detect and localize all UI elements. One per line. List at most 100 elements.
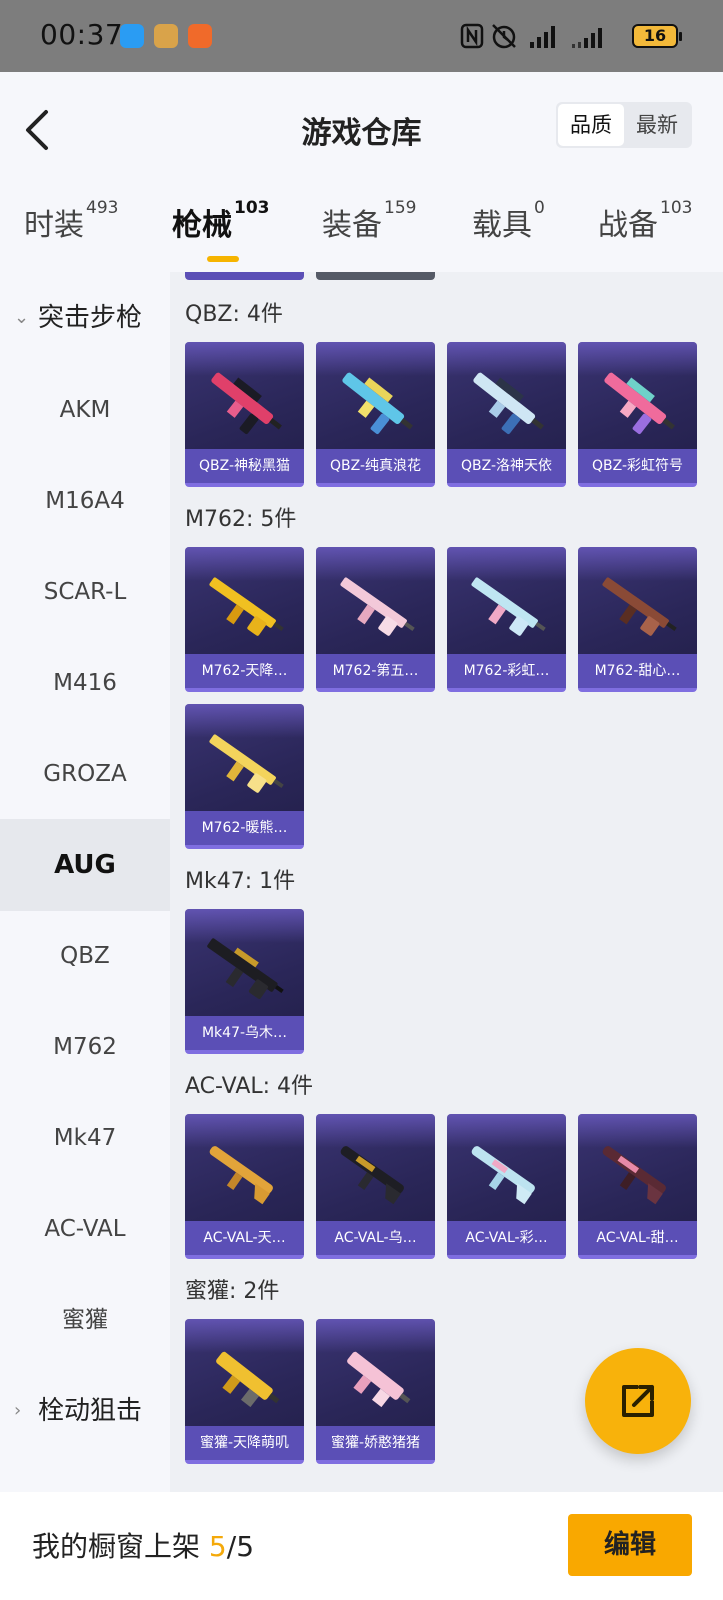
category-tabs: 时装 493 枪械 103 装备 159 载具 0 战备 103 (0, 198, 723, 272)
skin-card[interactable]: M762-天降… (185, 547, 304, 692)
skin-card[interactable]: M762-第五… (316, 547, 435, 692)
section-title-ac-val: AC-VAL: 4件 (185, 1074, 314, 1099)
tab-supplies[interactable]: 战备 103 (598, 198, 693, 244)
skin-card[interactable]: AC-VAL-天… (185, 1114, 304, 1259)
header: 游戏仓库 品质 最新 时装 493 枪械 103 装备 159 载具 0 战备 103 (0, 72, 723, 272)
clock: 00:37 (40, 18, 124, 51)
showcase-separator: / (226, 1530, 237, 1563)
chevron-down-icon: ⌄ (14, 307, 30, 328)
rifle-skin-image (347, 1351, 411, 1408)
sidebar-item-ac-val[interactable]: AC-VAL (0, 1183, 170, 1275)
sidebar-item-m416[interactable]: M416 (0, 637, 170, 729)
tab-count: 493 (86, 198, 119, 218)
sidebar-item-m16a4[interactable]: M16A4 (0, 455, 170, 547)
signal-2-icon (572, 28, 602, 48)
showcase-label: 我的橱窗上架 (32, 1530, 201, 1563)
skin-card[interactable]: M762-甜心… (578, 547, 697, 692)
sidebar-item-mk47[interactable]: Mk47 (0, 1092, 170, 1184)
skin-name: AC-VAL-乌… (316, 1221, 435, 1255)
skin-card[interactable]: AC-VAL-彩… (447, 1114, 566, 1259)
skin-name: M762-暖熊… (185, 811, 304, 845)
sidebar-item-m762[interactable]: M762 (0, 1001, 170, 1093)
rifle-skin-image (604, 372, 675, 435)
rifle-skin-image (216, 1351, 280, 1408)
sort-quality[interactable]: 品质 (558, 104, 624, 146)
game-app-icon (154, 24, 178, 48)
section-title-qbz: QBZ: 4件 (185, 302, 283, 327)
skin-card[interactable]: QBZ-洛神天依 (447, 342, 566, 487)
skin-name: QBZ-纯真浪花 (316, 449, 435, 483)
rifle-skin-image (602, 577, 677, 636)
sidebar-item-scar-l[interactable]: SCAR-L (0, 546, 170, 638)
tab-equipment[interactable]: 装备 159 (322, 198, 417, 244)
showcase-count: 我的橱窗上架 5/5 (32, 1525, 254, 1565)
tab-fashion[interactable]: 时装 493 (24, 198, 119, 244)
showcase-footer: 我的橱窗上架 5/5 编辑 (0, 1492, 723, 1600)
nfc-icon (460, 23, 484, 49)
skin-card[interactable]: QBZ-纯真浪花 (316, 342, 435, 487)
rifle-skin-image (602, 1146, 666, 1205)
sidebar-item-akm[interactable]: AKM (0, 364, 170, 456)
sidebar-item-aug[interactable]: AUG (0, 819, 170, 911)
sidebar-item-honey-badger[interactable]: 蜜獾 (0, 1274, 170, 1366)
skin-name: 蜜獾-娇憨猪猪 (316, 1426, 435, 1460)
sort-newest[interactable]: 最新 (624, 104, 690, 146)
share-button[interactable] (585, 1348, 691, 1454)
skin-name: M762-彩虹… (447, 654, 566, 688)
card-edge (316, 272, 435, 280)
tab-count: 159 (384, 198, 417, 218)
skin-name: M762-第五… (316, 654, 435, 688)
sidebar-group-assault-rifles[interactable]: ⌄ 突击步枪 (0, 272, 170, 364)
section-title-mk47: Mk47: 1件 (185, 869, 296, 894)
skin-card[interactable]: 蜜獾-娇憨猪猪 (316, 1319, 435, 1464)
external-link-icon (622, 1385, 654, 1417)
tab-count: 103 (660, 198, 693, 218)
tab-guns[interactable]: 枪械 103 (172, 198, 270, 244)
sidebar-item-groza[interactable]: GROZA (0, 728, 170, 820)
tab-label: 枪械 (172, 208, 232, 243)
showcase-total: 5 (236, 1530, 255, 1563)
skin-name: AC-VAL-天… (185, 1221, 304, 1255)
card-edge (185, 272, 304, 280)
skin-card[interactable]: Mk47-乌木… (185, 909, 304, 1054)
skin-name: QBZ-神秘黑猫 (185, 449, 304, 483)
skin-name: AC-VAL-彩… (447, 1221, 566, 1255)
skin-card[interactable]: M762-暖熊… (185, 704, 304, 849)
skin-card[interactable]: AC-VAL-乌… (316, 1114, 435, 1259)
rifle-skin-image (207, 938, 284, 999)
active-tab-indicator (207, 256, 239, 262)
rifle-skin-image (340, 577, 415, 636)
section-title-honey-badger: 蜜獾: 2件 (185, 1279, 280, 1304)
tab-count: 103 (234, 198, 270, 218)
skin-card[interactable]: QBZ-神秘黑猫 (185, 342, 304, 487)
skin-name: M762-天降… (185, 654, 304, 688)
rifle-skin-image (340, 1146, 404, 1205)
skin-card[interactable]: M762-彩虹… (447, 547, 566, 692)
skin-card[interactable]: 蜜獾-天降萌叽 (185, 1319, 304, 1464)
section-title-m762: M762: 5件 (185, 507, 297, 532)
tab-count: 0 (534, 198, 545, 218)
rifle-skin-image (209, 577, 284, 636)
rifle-skin-image (211, 372, 282, 435)
tab-vehicles[interactable]: 载具 0 (472, 198, 545, 244)
edit-button[interactable]: 编辑 (568, 1514, 692, 1576)
shop-app-icon (188, 24, 212, 48)
sidebar-item-qbz[interactable]: QBZ (0, 910, 170, 1002)
weapon-type-sidebar: ⌄ 突击步枪 AKM M16A4 SCAR-L M416 GROZA AUG Q… (0, 272, 170, 1492)
battery-indicator: 16 (632, 24, 682, 48)
rifle-skin-image (471, 577, 546, 636)
sidebar-group-label: 突击步枪 (38, 303, 143, 333)
tab-label: 载具 (472, 208, 532, 243)
skin-name: AC-VAL-甜… (578, 1221, 697, 1255)
rifle-skin-image (209, 734, 284, 793)
tab-label: 战备 (598, 208, 658, 243)
tab-label: 装备 (322, 208, 382, 243)
skin-card[interactable]: AC-VAL-甜… (578, 1114, 697, 1259)
sidebar-group-bolt-snipers[interactable]: › 栓动狙击 (0, 1365, 170, 1457)
skin-card[interactable]: QBZ-彩虹符号 (578, 342, 697, 487)
skin-name: 蜜獾-天降萌叽 (185, 1426, 304, 1460)
signal-icon (530, 26, 555, 48)
alarm-icon (492, 24, 516, 49)
tab-label: 时装 (24, 208, 84, 243)
weapon-skin-grid: QBZ: 4件 QBZ-神秘黑猫 QBZ-纯真浪花 QBZ-洛神天依 QBZ-彩… (170, 272, 723, 1492)
